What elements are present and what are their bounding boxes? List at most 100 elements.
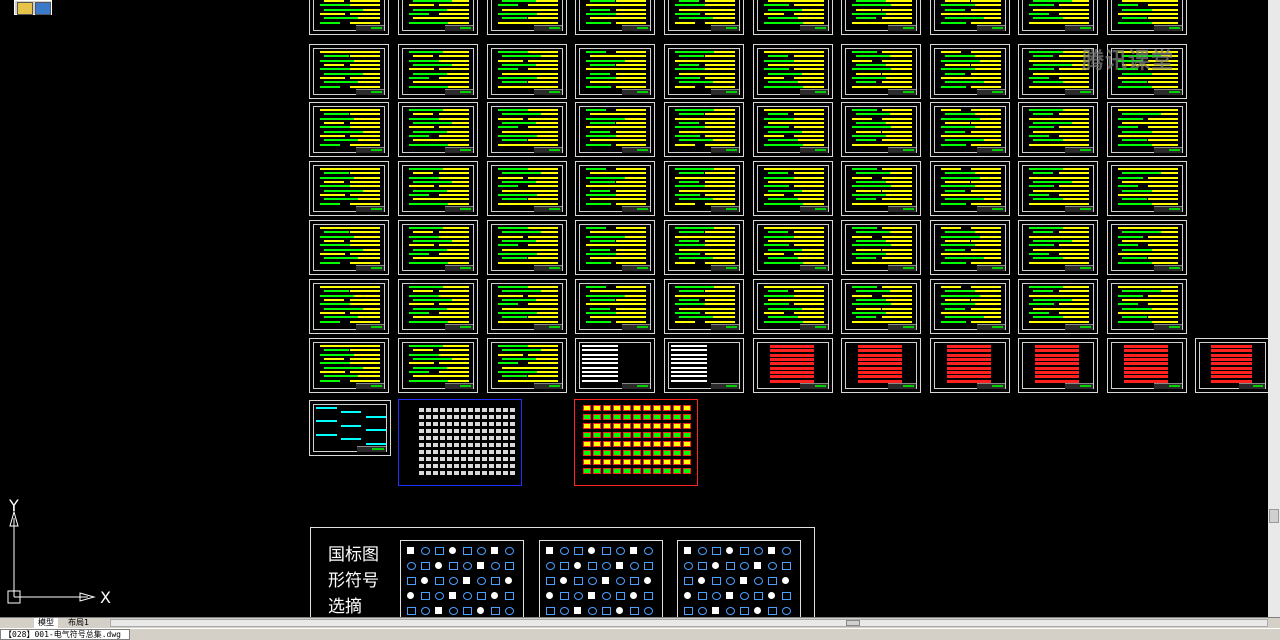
horizontal-scrollbar[interactable] bbox=[110, 619, 1268, 627]
sheet-text-line bbox=[941, 185, 976, 188]
sheet-text-line bbox=[856, 290, 891, 293]
symbol-mark bbox=[602, 562, 611, 570]
sheet-text-line bbox=[882, 77, 913, 79]
sheet-text-line bbox=[586, 59, 626, 62]
symbol-mark bbox=[683, 405, 691, 411]
symbol-mark bbox=[574, 562, 581, 569]
sheet-text-line bbox=[590, 72, 610, 75]
sheet-text-line bbox=[971, 130, 1002, 133]
sheet-text-line bbox=[971, 109, 1002, 111]
drawing-sheet bbox=[753, 338, 833, 393]
sheet-text-line bbox=[945, 189, 965, 192]
sheet-text-line bbox=[413, 299, 453, 301]
sheet-text-line bbox=[971, 122, 1002, 124]
sheet-text-line bbox=[582, 379, 618, 382]
sheet-text-line bbox=[502, 316, 527, 319]
sheet-text-line bbox=[1059, 4, 1090, 7]
sheet-text-line bbox=[1148, 261, 1179, 264]
sheet-text-line bbox=[324, 64, 344, 66]
sheet-text-line bbox=[971, 64, 1002, 66]
sheet-text-line bbox=[409, 59, 439, 62]
sheet-text-line bbox=[1148, 185, 1179, 188]
sheet-text-line bbox=[941, 85, 966, 88]
sheet-text-line bbox=[1029, 261, 1069, 264]
sheet-text-line bbox=[320, 68, 350, 71]
model-space-canvas[interactable]: 腾讯课堂 国标图 形符号 选摘 Y X bbox=[0, 0, 1280, 617]
symbol-mark bbox=[461, 408, 466, 412]
sheet-text-line bbox=[320, 13, 345, 15]
sheet-text-line bbox=[764, 135, 784, 137]
drawing-sheet bbox=[575, 44, 655, 99]
sheet-text-line bbox=[590, 172, 620, 175]
sheet-text-line bbox=[675, 143, 695, 146]
sheet-text-line bbox=[675, 4, 705, 7]
sheet-text-line bbox=[764, 51, 799, 53]
sheet-text-line bbox=[616, 290, 647, 293]
sheet-text-line bbox=[1059, 231, 1090, 234]
symbol-mark bbox=[583, 405, 591, 411]
symbol-mark bbox=[712, 607, 719, 614]
sheet-text-line bbox=[324, 113, 349, 116]
sheet-text-line bbox=[1122, 130, 1152, 133]
symbol-mark bbox=[407, 592, 414, 599]
file-tab[interactable]: 【028】001-电气符号总集.dwg bbox=[0, 629, 130, 640]
symbol-mark bbox=[602, 607, 611, 615]
sheet-text-line bbox=[409, 362, 434, 365]
horizontal-scroll-thumb[interactable] bbox=[846, 620, 860, 626]
symbol-mark bbox=[603, 468, 611, 474]
sheet-text-line bbox=[1211, 362, 1253, 366]
symbol-mark bbox=[447, 429, 452, 433]
sheet-text-line bbox=[1118, 244, 1138, 247]
sheet-text-line bbox=[439, 55, 470, 58]
sheet-text-line bbox=[1033, 81, 1063, 84]
symbol-mark bbox=[489, 436, 494, 440]
sheet-text-line bbox=[1033, 130, 1068, 133]
sheet-text-line bbox=[1029, 185, 1054, 188]
sheet-text-line bbox=[764, 202, 804, 205]
sheet-text-line bbox=[882, 194, 913, 196]
sheet-text-line bbox=[945, 290, 975, 293]
symbol-mark bbox=[496, 429, 501, 433]
sheet-text-line bbox=[971, 51, 1002, 53]
drawing-sheet bbox=[575, 220, 655, 275]
sheet-text-line bbox=[679, 299, 699, 301]
sheet-text-line bbox=[770, 345, 814, 348]
sheet-text-line bbox=[856, 307, 881, 310]
sheet-text-line bbox=[1118, 303, 1138, 306]
sheet-text-line bbox=[1029, 168, 1064, 170]
sheet-text-line bbox=[679, 130, 719, 133]
symbol-mark bbox=[726, 592, 733, 599]
sheet-text-line bbox=[882, 13, 913, 15]
tab-layout1[interactable]: 布局1 bbox=[64, 618, 93, 628]
drawing-sheet bbox=[309, 161, 389, 216]
vertical-scroll-thumb[interactable] bbox=[1269, 509, 1279, 523]
sheet-text-line bbox=[794, 185, 825, 188]
symbol-mark bbox=[482, 415, 487, 419]
symbol-mark bbox=[496, 422, 501, 426]
sheet-text-line bbox=[705, 240, 736, 242]
drawing-sheet bbox=[841, 161, 921, 216]
symbol-mark bbox=[644, 562, 653, 570]
sheet-text-line bbox=[1148, 4, 1179, 7]
sheet-text-line bbox=[1029, 143, 1069, 146]
drawing-sheet bbox=[309, 400, 391, 456]
sheet-text-line bbox=[852, 253, 887, 255]
sheet-text-line bbox=[498, 379, 533, 382]
sheet-text-line bbox=[852, 194, 887, 196]
tab-model[interactable]: 模型 bbox=[34, 618, 58, 628]
symbol-mark bbox=[643, 459, 651, 465]
sheet-text-line bbox=[616, 8, 647, 11]
vertical-scrollbar[interactable] bbox=[1268, 0, 1280, 617]
symbol-mark bbox=[491, 592, 498, 599]
sheet-text-line bbox=[586, 303, 621, 306]
sheet-text-line bbox=[616, 312, 647, 314]
sheet-text-line bbox=[498, 185, 518, 188]
sheet-text-line bbox=[1059, 113, 1090, 116]
symbol-mark bbox=[602, 592, 611, 600]
layer-tool-icon[interactable] bbox=[14, 0, 52, 15]
sheet-text-line bbox=[1033, 17, 1063, 20]
sheet-text-line bbox=[858, 345, 902, 348]
sheet-text-line bbox=[413, 64, 453, 66]
symbol-sheet-red bbox=[574, 399, 698, 486]
sheet-text-line bbox=[852, 185, 892, 188]
